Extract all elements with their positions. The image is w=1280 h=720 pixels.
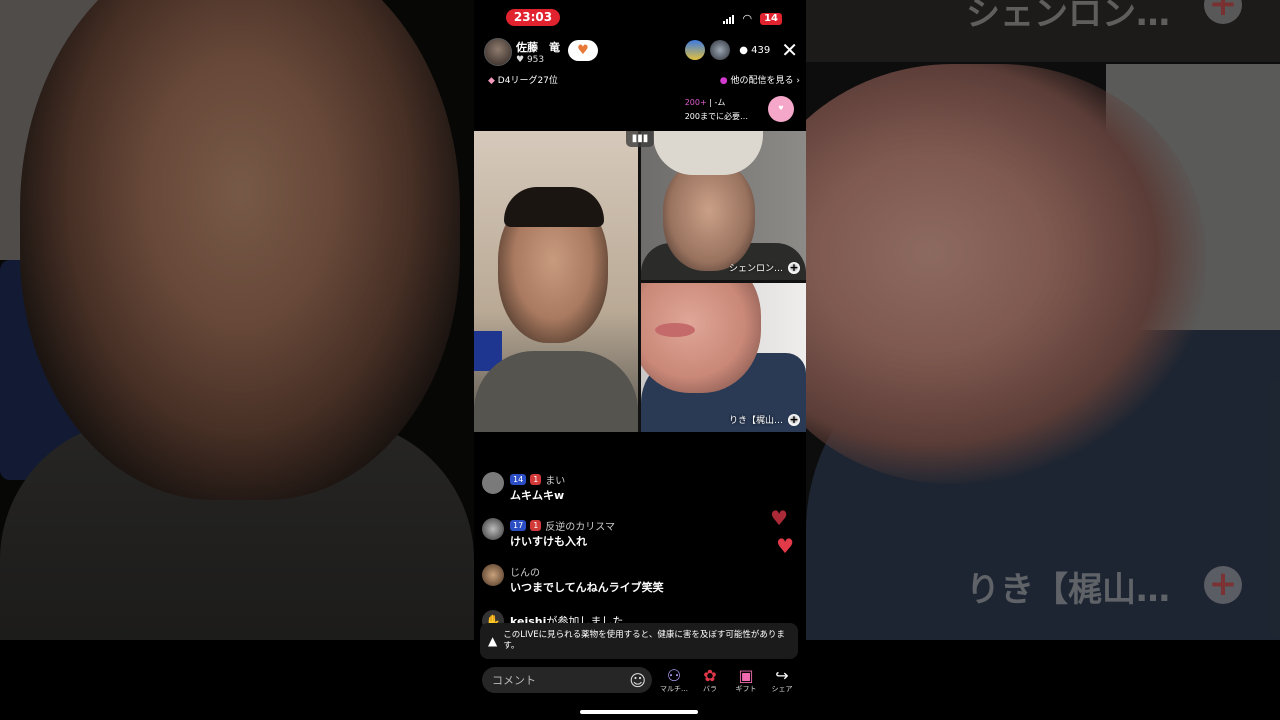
heart-plus-icon: ♥ bbox=[577, 43, 589, 58]
warning-icon: ▲ bbox=[488, 633, 498, 648]
add-guest-1-icon[interactable]: + bbox=[788, 261, 800, 274]
host-info[interactable]: 佐藤 竜 ♥ 953 bbox=[484, 38, 560, 66]
comment-meta: 14 1 まい bbox=[510, 472, 565, 487]
comment-avatar[interactable] bbox=[482, 518, 504, 540]
league-rank-label: D4リーグ27位 bbox=[497, 76, 558, 86]
league-rank[interactable]: ◆ D4リーグ27位 bbox=[488, 73, 558, 86]
comment-meta: じんの bbox=[510, 564, 664, 579]
chevron-right-icon: › bbox=[796, 76, 800, 86]
follow-button[interactable]: ♥ bbox=[568, 40, 598, 61]
video-tile-guest-2[interactable]: りき【梶山… + bbox=[641, 283, 806, 432]
floating-hearts: ♥ ♥ bbox=[770, 508, 794, 558]
video-grid: シェンロン… + りき【梶山… + ▮▮▮ bbox=[474, 131, 806, 432]
multi-label: マルチ… bbox=[660, 684, 688, 693]
battery-indicator: 14 bbox=[760, 12, 782, 25]
ranking-line2: 200までに必要… bbox=[684, 112, 748, 121]
action-buttons: ⚇ マルチ… ✿ バラ ▣ ギフト ↪ シェア bbox=[660, 667, 796, 694]
host-avatar[interactable] bbox=[484, 38, 512, 66]
comment-user: 反逆のカリスマ bbox=[545, 522, 615, 533]
hair-shape bbox=[504, 187, 604, 227]
comment-placeholder: コメント bbox=[492, 674, 536, 687]
comment-meta: 17 1 反逆のカリスマ bbox=[510, 518, 615, 533]
gift-button[interactable]: ▣ ギフト bbox=[732, 667, 760, 694]
warning-text: このLIVEに見られる薬物を使用すると、健康に害を及ぼす可能性があります。 bbox=[503, 630, 785, 651]
gift-icon: ▣ bbox=[738, 665, 754, 685]
ranking-value: 200+ bbox=[684, 98, 707, 107]
comment-input[interactable]: コメント ☺ bbox=[482, 667, 652, 693]
rose-label: バラ bbox=[703, 684, 717, 693]
guest-1-label: シェンロン… + bbox=[729, 261, 800, 274]
viewer-count: 439 bbox=[751, 44, 771, 56]
host-name: 佐藤 竜 bbox=[516, 41, 560, 54]
wifi-icon: ◠ bbox=[742, 12, 753, 25]
bottom-bar: コメント ☺ ⚇ マルチ… ✿ バラ ▣ ギフト ↪ シェア bbox=[482, 666, 802, 694]
other-live-link[interactable]: ● 他の配信を見る › bbox=[720, 73, 800, 86]
comment-text: いつまでしてんねんライブ笑笑 bbox=[510, 581, 664, 594]
share-button[interactable]: ↪ シェア bbox=[768, 667, 796, 694]
face-shape bbox=[663, 161, 755, 271]
heart-sticker-icon[interactable]: ♥ bbox=[768, 96, 794, 122]
heart-badge: 1 bbox=[530, 520, 542, 531]
comment-text: けいすけも入れ bbox=[510, 535, 587, 548]
background-dim-right bbox=[806, 0, 1280, 720]
beanie-shape bbox=[653, 131, 763, 175]
comment-user: じんの bbox=[510, 568, 540, 579]
comment-feed: 14 1 まい ムキムキw 17 1 反逆のカリスマ けいすけも入れ じんの い… bbox=[482, 472, 782, 632]
guest-2-label: りき【梶山… + bbox=[729, 413, 800, 426]
level-badge: 17 bbox=[510, 520, 527, 531]
share-label: シェア bbox=[771, 684, 793, 693]
emoji-icon[interactable]: ☺ bbox=[629, 671, 646, 690]
multi-guest-button[interactable]: ⚇ マルチ… bbox=[660, 667, 688, 694]
guest-1-name: シェンロン… bbox=[728, 264, 783, 274]
heart-icon: ♥ bbox=[770, 506, 788, 530]
layout-toggle-icon[interactable]: ▮▮▮ bbox=[626, 131, 654, 147]
ranking-line1: 200+ | -ム bbox=[685, 96, 748, 110]
gem-icon: ◆ bbox=[488, 76, 495, 86]
host-likes: 953 bbox=[526, 55, 545, 65]
video-tile-host[interactable] bbox=[474, 131, 638, 432]
home-indicator[interactable] bbox=[580, 710, 698, 714]
comment-avatar[interactable] bbox=[482, 472, 504, 494]
rose-icon: ✿ bbox=[703, 665, 717, 685]
guest-2-name: りき【梶山… bbox=[728, 416, 783, 426]
background-dim-left bbox=[0, 0, 474, 720]
live-icon: ● bbox=[719, 76, 728, 86]
add-guest-2-icon[interactable]: + bbox=[788, 413, 800, 426]
comment-item[interactable]: 14 1 まい ムキムキw bbox=[482, 472, 782, 503]
other-live-label: 他の配信を見る bbox=[730, 76, 794, 86]
heart-badge: 1 bbox=[530, 474, 542, 485]
status-time: 23:03 bbox=[506, 9, 560, 26]
live-stream-screen: 23:03 ◠ 14 佐藤 竜 ♥ 953 ♥ ● 439 ✕ ◆ D4リーグ2… bbox=[474, 0, 806, 720]
signal-icon bbox=[723, 14, 735, 24]
people-icon: ⚇ bbox=[666, 665, 682, 685]
gift-label: ギフト bbox=[735, 684, 757, 693]
video-tile-guest-1[interactable]: シェンロン… + bbox=[641, 131, 806, 280]
level-badge: 14 bbox=[510, 474, 527, 485]
share-icon: ↪ bbox=[775, 665, 789, 685]
heart-icon: ♥ bbox=[776, 534, 794, 558]
person-icon: ● bbox=[739, 44, 748, 56]
viewers-area[interactable]: ● 439 ✕ bbox=[685, 40, 798, 60]
lips-shape bbox=[655, 323, 695, 337]
status-icons: ◠ 14 bbox=[723, 12, 782, 25]
heart-icon: ♥ bbox=[516, 55, 525, 65]
viewer-avatar[interactable] bbox=[685, 40, 706, 60]
comment-item[interactable]: 17 1 反逆のカリスマ けいすけも入れ bbox=[482, 518, 782, 549]
comment-user: まい bbox=[545, 476, 566, 487]
viewer-count-row: ● 439 bbox=[739, 45, 770, 56]
ranking-suffix: | -ム bbox=[709, 98, 726, 107]
viewer-avatar[interactable] bbox=[710, 40, 731, 60]
ranking-box[interactable]: 200+ | -ム 200までに必要… bbox=[685, 96, 748, 124]
comment-item[interactable]: じんの いつまでしてんねんライブ笑笑 bbox=[482, 564, 782, 595]
comment-avatar[interactable] bbox=[482, 564, 504, 586]
rose-button[interactable]: ✿ バラ bbox=[696, 667, 724, 694]
comment-text: ムキムキw bbox=[510, 489, 565, 502]
host-likes-row: ♥ 953 bbox=[516, 55, 560, 65]
close-icon[interactable]: ✕ bbox=[781, 40, 798, 60]
warning-banner: ▲ このLIVEに見られる薬物を使用すると、健康に害を及ぼす可能性があります。 bbox=[480, 623, 798, 659]
body-shape bbox=[474, 351, 638, 432]
